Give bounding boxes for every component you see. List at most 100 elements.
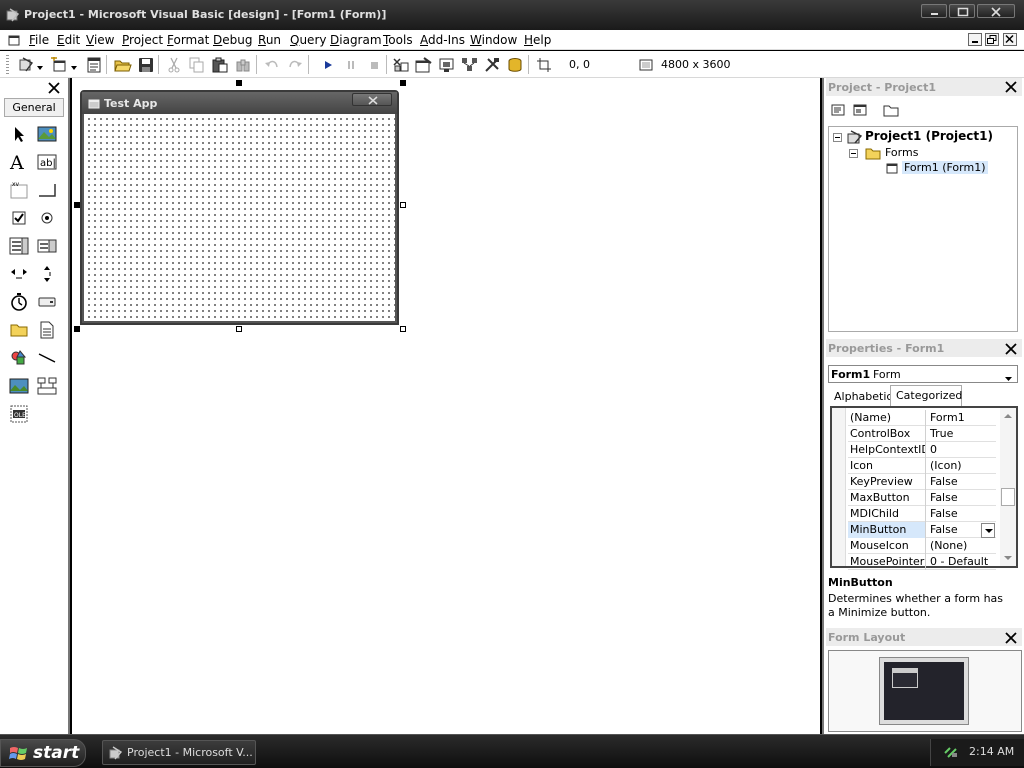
mdi-close-button[interactable] — [1003, 33, 1017, 46]
property-value[interactable]: Form1 — [928, 410, 996, 426]
hscrollbar-tool-icon[interactable] — [7, 262, 31, 286]
start-button[interactable]: start — [0, 739, 86, 767]
drivelistbox-tool-icon[interactable] — [35, 290, 59, 314]
data-view-icon[interactable] — [505, 55, 525, 74]
property-row[interactable]: MouseIcon (None) — [848, 538, 996, 554]
chevron-down-icon[interactable] — [71, 61, 78, 74]
timer-tool-icon[interactable] — [7, 290, 31, 314]
project-explorer-icon[interactable] — [390, 55, 410, 74]
toolbox-tab-general[interactable]: General — [4, 98, 64, 117]
resize-handle[interactable] — [400, 202, 406, 208]
menu-query[interactable]: Query — [290, 33, 326, 47]
chevron-down-icon[interactable] — [37, 61, 44, 74]
view-code-icon[interactable] — [830, 102, 850, 120]
vscrollbar-tool-icon[interactable] — [35, 262, 59, 286]
form-grid-canvas[interactable] — [84, 114, 395, 321]
line-tool-icon[interactable] — [35, 346, 59, 370]
collapse-toggle-icon[interactable] — [849, 149, 858, 158]
property-row[interactable]: MDIChild False — [848, 506, 996, 522]
view-object-icon[interactable] — [852, 102, 872, 120]
forms-folder-label[interactable]: Forms — [885, 146, 918, 159]
menu-add-ins[interactable]: Add-Ins — [420, 33, 465, 47]
save-project-icon[interactable] — [136, 55, 156, 74]
break-icon[interactable] — [341, 55, 361, 74]
paste-icon[interactable] — [210, 55, 230, 74]
tab-categorized[interactable]: Categorized — [896, 389, 962, 402]
dirlistbox-tool-icon[interactable] — [7, 318, 31, 342]
copy-icon[interactable] — [187, 55, 207, 74]
vb-app-icon[interactable] — [6, 8, 20, 22]
image-tool-icon[interactable] — [7, 374, 31, 398]
end-icon[interactable] — [364, 55, 384, 74]
chevron-down-icon[interactable] — [1005, 372, 1013, 385]
picturebox-tool-icon[interactable] — [35, 122, 59, 146]
menu-edit[interactable]: Edit — [57, 33, 80, 47]
resize-handle[interactable] — [400, 80, 406, 86]
form-system-menu-icon[interactable] — [8, 34, 20, 49]
menu-file[interactable]: File — [29, 33, 49, 47]
menu-window[interactable]: Window — [470, 33, 517, 47]
toggle-folders-icon[interactable] — [883, 102, 903, 120]
data-tool-icon[interactable] — [35, 374, 59, 398]
combobox-tool-icon[interactable] — [7, 234, 31, 258]
menu-debug[interactable]: Debug — [213, 33, 252, 47]
listbox-tool-icon[interactable] — [35, 234, 59, 258]
property-value[interactable]: 0 — [928, 442, 996, 458]
project-panel-close-icon[interactable] — [1005, 81, 1017, 93]
properties-scrollbar[interactable] — [1000, 408, 1016, 566]
close-window-button[interactable] — [977, 4, 1015, 18]
collapse-toggle-icon[interactable] — [833, 133, 842, 142]
object-browser-icon[interactable] — [459, 55, 479, 74]
menu-tools[interactable]: Tools — [383, 33, 413, 47]
form-title-bar[interactable]: Test App — [82, 92, 397, 114]
resize-handle[interactable] — [236, 326, 242, 332]
mdi-minimize-button[interactable] — [968, 33, 982, 46]
properties-window-icon[interactable] — [413, 55, 433, 74]
property-row[interactable]: MinButton False — [848, 522, 996, 538]
minimize-button[interactable] — [921, 4, 947, 18]
textbox-tool-icon[interactable]: ab| — [35, 150, 59, 174]
taskbar-item-vb[interactable]: Project1 - Microsoft V... — [102, 740, 256, 765]
frame-tool-icon[interactable]: xv — [7, 178, 31, 202]
tab-alphabetic[interactable]: Alphabetic — [834, 390, 892, 403]
menu-format[interactable]: Format — [167, 33, 209, 47]
form1-node-label[interactable]: Form1 (Form1) — [902, 161, 988, 174]
resize-handle[interactable] — [236, 80, 242, 86]
menu-run[interactable]: Run — [258, 33, 281, 47]
property-value[interactable]: False — [928, 506, 996, 522]
property-row[interactable]: MousePointer 0 - Default — [848, 554, 996, 570]
tab-categorized-wrapper[interactable]: Categorized — [890, 385, 962, 406]
optionbutton-tool-icon[interactable] — [35, 206, 59, 230]
label-tool-icon[interactable]: A — [7, 150, 31, 174]
property-value[interactable]: True — [928, 426, 996, 442]
resize-handle[interactable] — [400, 326, 406, 332]
property-row[interactable]: MaxButton False — [848, 490, 996, 506]
network-tray-icon[interactable] — [943, 745, 959, 762]
property-row[interactable]: (Name) Form1 — [848, 410, 996, 426]
object-select-dropdown[interactable]: Form1 Form — [828, 365, 1018, 383]
start-run-icon[interactable] — [318, 55, 338, 74]
menu-diagram[interactable]: Diagram — [330, 33, 382, 47]
resize-handle[interactable] — [74, 326, 80, 332]
property-row[interactable]: HelpContextID 0 — [848, 442, 996, 458]
property-value[interactable]: (None) — [928, 538, 996, 554]
menu-help[interactable]: Help — [524, 33, 551, 47]
property-value[interactable]: (Icon) — [928, 458, 996, 474]
form-layout-close-icon[interactable] — [1005, 632, 1017, 644]
form-position-preview[interactable] — [892, 668, 918, 688]
ole-tool-icon[interactable]: OLE — [7, 402, 31, 426]
open-project-icon[interactable] — [112, 55, 132, 74]
property-row[interactable]: KeyPreview False — [848, 474, 996, 490]
form-layout-icon[interactable] — [436, 55, 456, 74]
property-value[interactable]: 0 - Default — [928, 554, 996, 570]
redo-icon[interactable] — [285, 55, 305, 74]
commandbutton-tool-icon[interactable] — [35, 178, 59, 202]
menu-view[interactable]: View — [86, 33, 114, 47]
property-row[interactable]: Icon (Icon) — [848, 458, 996, 474]
form1-window[interactable]: Test App — [80, 90, 399, 325]
toolbar-grip[interactable] — [6, 55, 9, 74]
checkbox-tool-icon[interactable] — [7, 206, 31, 230]
add-project-button[interactable] — [16, 55, 36, 74]
menu-project[interactable]: Project — [122, 33, 163, 47]
maximize-button[interactable] — [949, 4, 975, 18]
